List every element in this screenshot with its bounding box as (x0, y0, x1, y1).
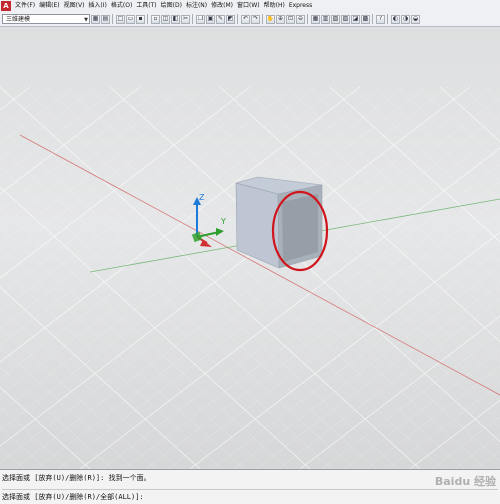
menu-dimension[interactable]: 标注(N) (184, 0, 209, 12)
toolbar-separator (192, 14, 193, 24)
block-editor-icon[interactable]: ◩ (226, 14, 235, 24)
layer-properties-icon[interactable]: ▦ (91, 14, 100, 24)
redo-icon[interactable]: ↷ (251, 14, 260, 24)
menu-format[interactable]: 格式(O) (109, 0, 134, 12)
markup-icon[interactable]: ◪ (351, 14, 360, 24)
workspace-select[interactable]: 三维建模 ▼ (2, 14, 90, 24)
command-history-line: 选择面或 [放弃(U)/删除(R)]: 找到一个面。 (2, 474, 151, 482)
y-axis-label: Y (220, 217, 226, 226)
pan-icon[interactable]: ✋ (266, 14, 275, 24)
ucs-icon: Z Y (191, 193, 226, 247)
command-window[interactable]: 选择面或 [放弃(U)/删除(R)]: 找到一个面。 选择面或 [放弃(U)/删… (0, 469, 500, 504)
selected-face[interactable] (282, 194, 318, 262)
save-icon[interactable]: ▪ (136, 14, 145, 24)
new-file-icon[interactable]: □ (116, 14, 125, 24)
zoom-previous-icon[interactable]: ⊖ (296, 14, 305, 24)
perspective-grid-minor (0, 86, 500, 469)
menu-edit[interactable]: 编辑(E) (37, 0, 61, 12)
watermark-logo: Baidu 经验 (434, 475, 496, 488)
menu-insert[interactable]: 插入(I) (86, 0, 108, 12)
standard-toolbar: 三维建模 ▼ ▦ ▤ □ ▭ ▪ ▫ ◫ ◧ ✂ ❐ ▣ ✎ ◩ ↶ ↷ ✋ ⊕… (0, 12, 500, 27)
cut-icon[interactable]: ✂ (181, 14, 190, 24)
tool-palettes-icon[interactable]: ▧ (331, 14, 340, 24)
paste-icon[interactable]: ▣ (206, 14, 215, 24)
toolbar-separator (237, 14, 238, 24)
match-properties-icon[interactable]: ✎ (216, 14, 225, 24)
toolbar-separator (112, 14, 113, 24)
extra-icon-2[interactable]: ◑ (401, 14, 410, 24)
design-center-icon[interactable]: ▥ (321, 14, 330, 24)
toolbar-separator (262, 14, 263, 24)
publish-icon[interactable]: ◧ (171, 14, 180, 24)
app-logo-icon[interactable]: A (1, 1, 11, 11)
open-file-icon[interactable]: ▭ (126, 14, 135, 24)
menu-view[interactable]: 视图(V) (62, 0, 87, 12)
menu-express[interactable]: Express (287, 0, 314, 12)
print-icon[interactable]: ▫ (151, 14, 160, 24)
menu-draw[interactable]: 绘图(D) (159, 0, 184, 12)
quickcalc-icon[interactable]: ▩ (361, 14, 370, 24)
undo-icon[interactable]: ↶ (241, 14, 250, 24)
extra-icon-1[interactable]: ◐ (391, 14, 400, 24)
drawing-viewport[interactable]: Z Y (0, 27, 500, 469)
properties-icon[interactable]: ▦ (311, 14, 320, 24)
menu-tools[interactable]: 工具(T) (134, 0, 158, 12)
command-prompt-line[interactable]: 选择面或 [放弃(U)/删除(R)/全部(ALL)]: (2, 489, 498, 502)
zoom-window-icon[interactable]: ⊡ (286, 14, 295, 24)
menu-file[interactable]: 文件(F) (13, 0, 37, 12)
help-icon[interactable]: ? (376, 14, 385, 24)
menu-help[interactable]: 帮助(H) (262, 0, 287, 12)
x-axis-line (19, 134, 500, 396)
workspace-value: 三维建模 (6, 16, 31, 23)
zoom-realtime-icon[interactable]: ⊕ (276, 14, 285, 24)
sheet-set-icon[interactable]: ▨ (341, 14, 350, 24)
extra-icon-3[interactable]: ◒ (411, 14, 420, 24)
viewport-canvas[interactable]: Z Y (0, 27, 500, 469)
layer-state-icon[interactable]: ▤ (101, 14, 110, 24)
toolbar-separator (387, 14, 388, 24)
toolbar-separator (372, 14, 373, 24)
chevron-down-icon[interactable]: ▼ (84, 15, 88, 25)
perspective-grid (0, 86, 500, 469)
plot-preview-icon[interactable]: ◫ (161, 14, 170, 24)
toolbar-separator (307, 14, 308, 24)
menu-modify[interactable]: 修改(M) (209, 0, 235, 12)
z-axis-label: Z (199, 193, 205, 202)
toolbar-separator (147, 14, 148, 24)
copy-icon[interactable]: ❐ (196, 14, 205, 24)
menu-window[interactable]: 窗口(W) (235, 0, 262, 12)
